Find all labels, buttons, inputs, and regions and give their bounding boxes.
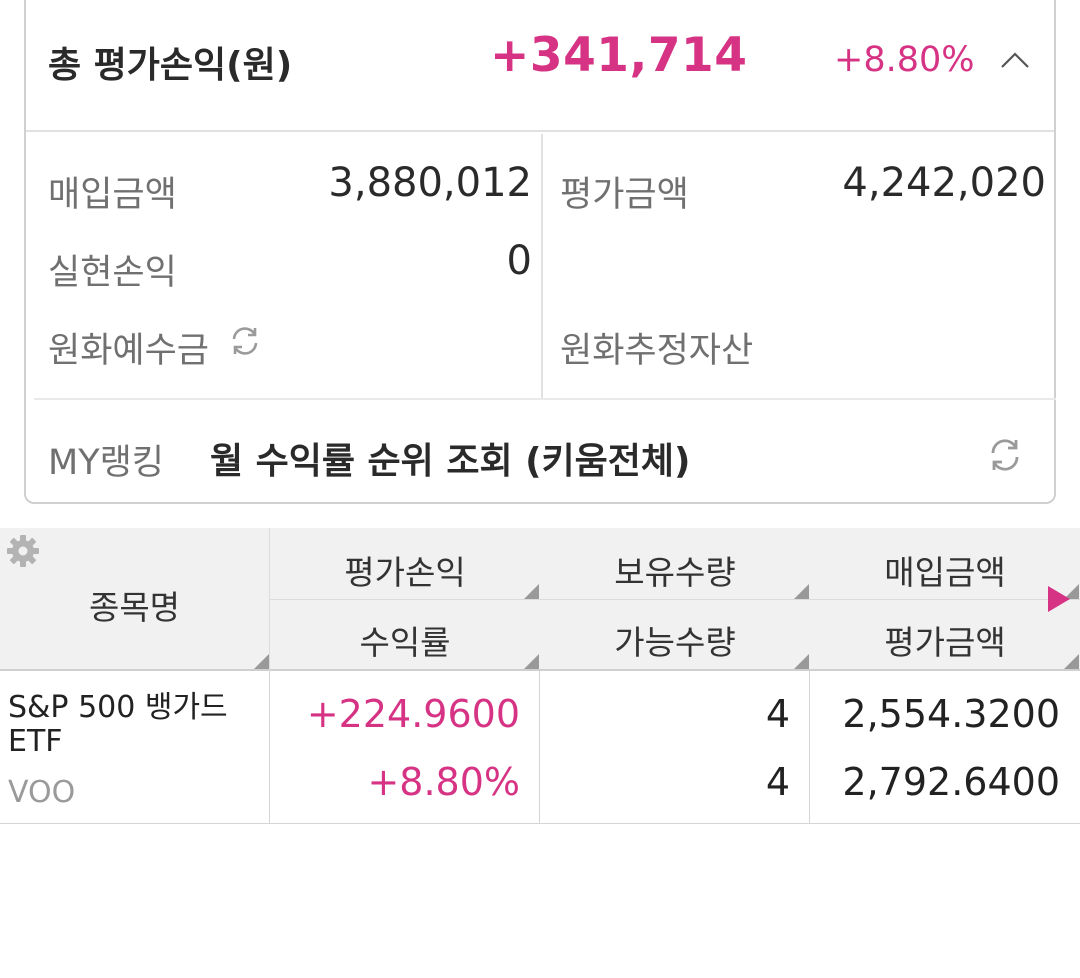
stock-pnl: +224.9600 [306, 692, 520, 736]
stock-name[interactable]: S&P 500 뱅가드 ETF [8, 691, 263, 759]
realized-pnl-value: 0 [506, 238, 532, 284]
header-valuation-amount[interactable]: 평가금액 [810, 616, 1080, 664]
gear-icon[interactable] [6, 534, 40, 568]
header-pnl[interactable]: 평가손익 [270, 546, 540, 594]
krw-deposit-label: 원화예수금 [48, 331, 210, 371]
total-pnl-title: 총 평가손익(원) [48, 45, 293, 86]
my-ranking-row[interactable]: MY랭킹 월 수익률 순위 조회 (키움전체) [34, 398, 1056, 502]
header-row-divider [270, 599, 1080, 600]
stock-purchase-amount: 2,554.3200 [842, 692, 1060, 736]
valuation-amount-value: 4,242,020 [842, 160, 1046, 206]
header-holding-qty[interactable]: 보유수량 [540, 546, 810, 594]
portfolio-summary-card: 총 평가손익(원) +341,714 +8.80% 매입금액 3,880,012… [24, 0, 1056, 504]
krw-estimated-assets-label: 원화추정자산 [560, 331, 754, 371]
purchase-amount-label: 매입금액 [48, 175, 177, 215]
purchase-amount-value: 3,880,012 [328, 160, 532, 206]
stock-available-qty: 4 [765, 760, 790, 804]
holdings-table-header: 종목명 평가손익 수익률 보유수량 가능수량 매입금액 평가금액 [0, 528, 1080, 671]
table-row[interactable]: S&P 500 뱅가드 ETF VOO +224.9600 +8.80% 4 4… [0, 671, 1080, 824]
header-purchase-amount[interactable]: 매입금액 [810, 546, 1080, 594]
stock-code: VOO [8, 775, 76, 810]
stock-rate: +8.80% [367, 760, 520, 804]
chevron-up-icon[interactable] [1000, 50, 1030, 70]
refresh-icon[interactable] [228, 324, 262, 358]
header-available-qty[interactable]: 가능수량 [540, 616, 810, 664]
header-stock-name[interactable]: 종목명 [0, 581, 269, 629]
summary-detail: 매입금액 3,880,012 평가금액 4,242,020 실현손익 0 원화예… [26, 134, 1054, 398]
column-divider [541, 134, 543, 398]
sort-corner-icon [254, 654, 269, 669]
sort-corner-icon [524, 654, 539, 669]
sort-corner-icon [524, 584, 539, 599]
arrow-right-icon[interactable] [1048, 586, 1070, 612]
stock-holding-qty: 4 [765, 692, 790, 736]
total-pnl-amount: +341,714 [490, 28, 748, 83]
sort-corner-icon [1064, 654, 1079, 669]
total-pnl-rate: +8.80% [834, 40, 975, 80]
valuation-amount-label: 평가금액 [560, 175, 689, 215]
my-ranking-label: MY랭킹 [48, 443, 164, 483]
sort-corner-icon [794, 654, 809, 669]
total-pnl-row[interactable]: 총 평가손익(원) +341,714 +8.80% [26, 0, 1054, 132]
sort-corner-icon [794, 584, 809, 599]
stock-valuation-amount: 2,792.6400 [842, 760, 1060, 804]
monthly-return-ranking-link[interactable]: 월 수익률 순위 조회 (키움전체) [210, 432, 690, 484]
refresh-icon[interactable] [986, 436, 1024, 474]
header-rate[interactable]: 수익률 [270, 616, 540, 664]
realized-pnl-label: 실현손익 [48, 253, 177, 293]
